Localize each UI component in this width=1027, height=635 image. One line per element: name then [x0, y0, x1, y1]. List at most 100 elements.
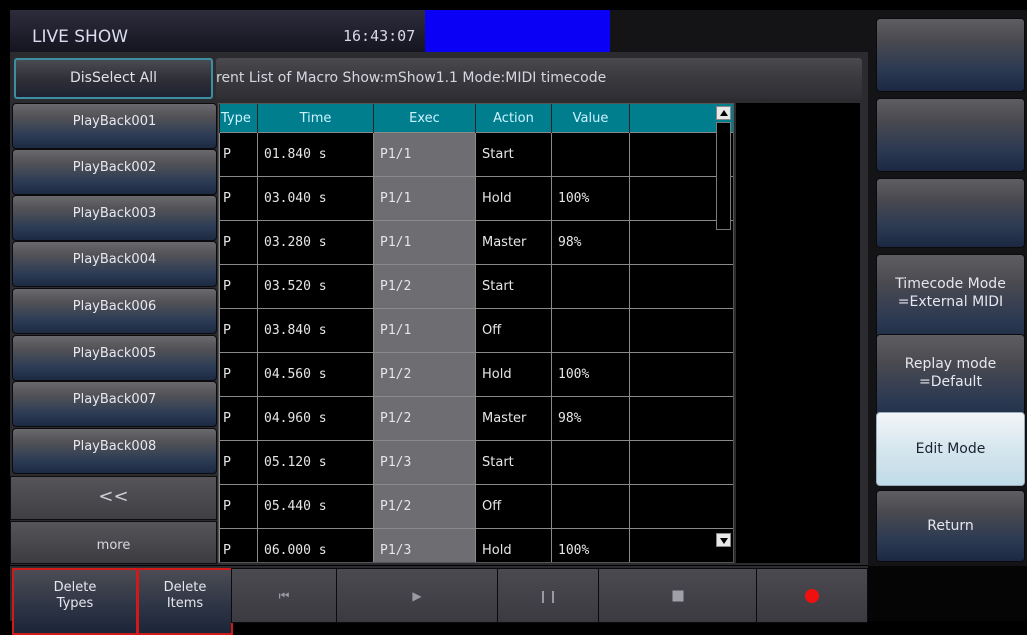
table-row[interactable]: P 05.440 s P1/2 Off — [219, 484, 733, 529]
stop-button[interactable] — [598, 568, 757, 623]
cell-type[interactable]: P — [219, 220, 258, 265]
cell-exec[interactable]: P1/1 — [373, 308, 476, 353]
cell-type[interactable]: P — [219, 396, 258, 441]
cell-type[interactable]: P — [219, 484, 258, 529]
cell-value[interactable] — [551, 264, 630, 309]
cell-time[interactable]: 01.840 s — [257, 132, 374, 177]
status-indicator — [425, 10, 610, 52]
cell-value[interactable]: 100% — [551, 352, 630, 397]
cell-time[interactable]: 06.000 s — [257, 528, 374, 562]
cell-action[interactable]: Off — [475, 308, 552, 353]
playback-button[interactable]: PlayBack004 — [12, 241, 217, 287]
cell-time[interactable]: 03.280 s — [257, 220, 374, 265]
blank-button-1[interactable] — [876, 18, 1025, 92]
cell-exec[interactable]: P1/3 — [373, 528, 476, 562]
cell-blank — [629, 440, 733, 485]
cell-type[interactable]: P — [219, 440, 258, 485]
col-action-header[interactable]: Action — [475, 104, 552, 133]
table-row[interactable]: P 03.520 s P1/2 Start — [219, 264, 733, 309]
more-button[interactable]: more — [10, 521, 217, 564]
playback-button[interactable]: PlayBack001 — [12, 103, 217, 149]
cell-type[interactable]: P — [219, 528, 258, 562]
play-button[interactable]: ▶ — [336, 568, 498, 623]
page-title: LIVE SHOW — [32, 27, 129, 47]
scroll-thumb[interactable] — [716, 122, 731, 230]
scroll-down-button[interactable] — [716, 533, 731, 547]
cell-action[interactable]: Start — [475, 264, 552, 309]
playback-button[interactable]: PlayBack006 — [12, 288, 217, 334]
cell-value[interactable] — [551, 308, 630, 353]
cell-time[interactable]: 03.520 s — [257, 264, 374, 309]
cell-value[interactable]: 100% — [551, 176, 630, 221]
table-row[interactable]: P 03.840 s P1/1 Off — [219, 308, 733, 353]
cell-type[interactable]: P — [219, 132, 258, 177]
pause-button[interactable]: ❙❙ — [497, 568, 599, 623]
cell-action[interactable]: Master — [475, 220, 552, 265]
col-exec-header[interactable]: Exec — [373, 104, 476, 133]
cell-exec[interactable]: P1/1 — [373, 176, 476, 221]
playback-button[interactable]: PlayBack003 — [12, 195, 217, 241]
col-type-header[interactable]: Type — [219, 104, 258, 133]
cell-type[interactable]: P — [219, 176, 258, 221]
col-time-header[interactable]: Time — [257, 104, 374, 133]
cell-action[interactable]: Start — [475, 132, 552, 177]
bottom-right-filler — [868, 566, 1027, 621]
scroll-up-button[interactable] — [716, 106, 731, 120]
playback-button[interactable]: PlayBack008 — [12, 428, 217, 474]
macro-info-bar: rent List of Macro Show:mShow1.1 Mode:MI… — [216, 58, 862, 99]
table-row[interactable]: P 03.040 s P1/1 Hold 100% — [219, 176, 733, 221]
cell-action[interactable]: Off — [475, 484, 552, 529]
return-button[interactable]: Return — [876, 490, 1025, 562]
stop-icon — [672, 590, 683, 601]
cell-time[interactable]: 04.560 s — [257, 352, 374, 397]
cell-time[interactable]: 03.840 s — [257, 308, 374, 353]
cell-exec[interactable]: P1/1 — [373, 220, 476, 265]
table-row[interactable]: P 04.960 s P1/2 Master 98% — [219, 396, 733, 441]
cell-exec[interactable]: P1/1 — [373, 132, 476, 177]
playback-button[interactable]: PlayBack007 — [12, 381, 217, 427]
cell-action[interactable]: Hold — [475, 176, 552, 221]
previous-page-button[interactable]: << — [10, 476, 217, 520]
table-row[interactable]: P 06.000 s P1/3 Hold 100% — [219, 528, 733, 562]
cell-exec[interactable]: P1/3 — [373, 440, 476, 485]
cell-type[interactable]: P — [219, 308, 258, 353]
disselect-all-button[interactable]: DisSelect All — [14, 58, 213, 99]
cell-type[interactable]: P — [219, 264, 258, 309]
cell-time[interactable]: 05.120 s — [257, 440, 374, 485]
blank-button-3[interactable] — [876, 178, 1025, 248]
cell-exec[interactable]: P1/2 — [373, 264, 476, 309]
col-value-header[interactable]: Value — [551, 104, 630, 133]
blank-button-2[interactable] — [876, 98, 1025, 172]
cell-action[interactable]: Hold — [475, 352, 552, 397]
playback-button[interactable]: PlayBack005 — [12, 335, 217, 381]
cell-type[interactable]: P — [219, 352, 258, 397]
title-panel: LIVE SHOW 16:43:07 — [10, 10, 425, 52]
table-row[interactable]: P 04.560 s P1/2 Hold 100% — [219, 352, 733, 397]
delete-items-button[interactable]: Delete Items — [137, 568, 233, 635]
table-row[interactable]: P 01.840 s P1/1 Start — [219, 132, 733, 177]
cell-value[interactable]: 100% — [551, 528, 630, 562]
cell-exec[interactable]: P1/2 — [373, 352, 476, 397]
cell-value[interactable] — [551, 132, 630, 177]
cell-blank — [629, 264, 733, 309]
record-button[interactable] — [756, 568, 868, 623]
cell-exec[interactable]: P1/2 — [373, 484, 476, 529]
cell-exec[interactable]: P1/2 — [373, 396, 476, 441]
skip-back-button[interactable]: ⏮ — [231, 568, 337, 623]
cell-action[interactable]: Start — [475, 440, 552, 485]
edit-mode-button[interactable]: Edit Mode — [876, 412, 1025, 486]
cell-time[interactable]: 05.440 s — [257, 484, 374, 529]
cell-time[interactable]: 03.040 s — [257, 176, 374, 221]
cell-time[interactable]: 04.960 s — [257, 396, 374, 441]
cell-value[interactable] — [551, 440, 630, 485]
delete-types-button[interactable]: Delete Types — [12, 568, 138, 635]
skip-back-icon: ⏮ — [278, 588, 290, 602]
cell-value[interactable]: 98% — [551, 220, 630, 265]
cell-value[interactable] — [551, 484, 630, 529]
cell-action[interactable]: Hold — [475, 528, 552, 562]
cell-value[interactable]: 98% — [551, 396, 630, 441]
playback-button[interactable]: PlayBack002 — [12, 149, 217, 195]
table-row[interactable]: P 05.120 s P1/3 Start — [219, 440, 733, 485]
cell-action[interactable]: Master — [475, 396, 552, 441]
table-row[interactable]: P 03.280 s P1/1 Master 98% — [219, 220, 733, 265]
